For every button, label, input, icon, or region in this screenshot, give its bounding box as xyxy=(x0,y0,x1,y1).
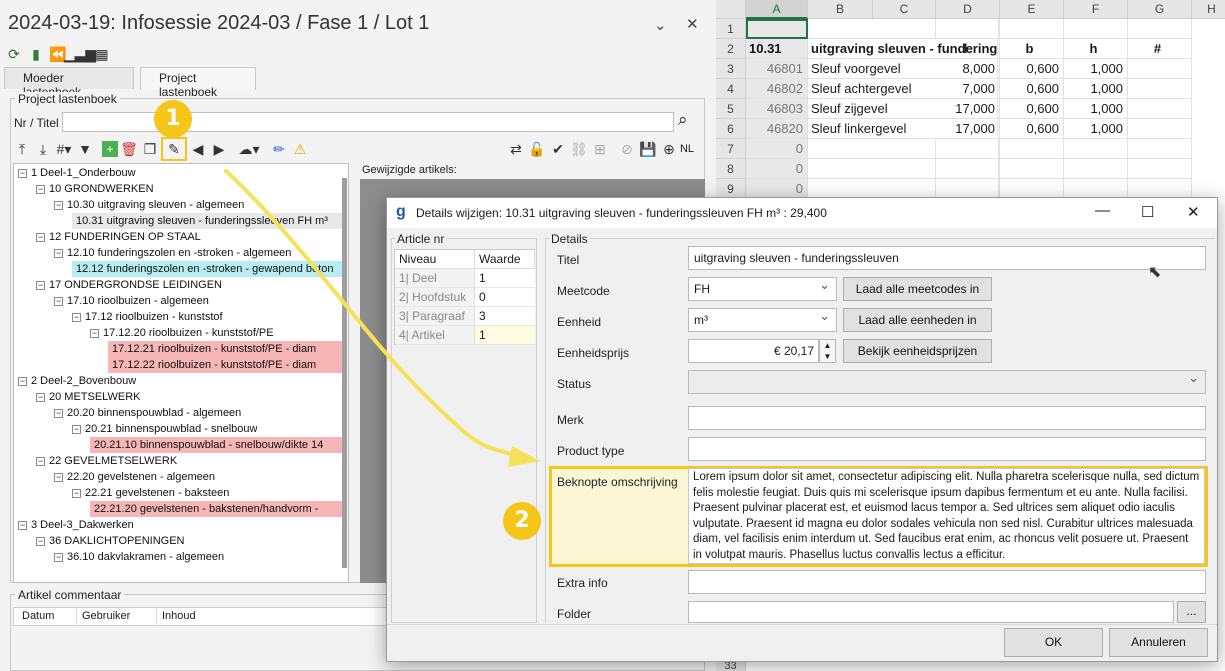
mouse-cursor-icon: ⬉ xyxy=(1148,264,1162,281)
step-marker-2: 2 xyxy=(503,502,541,540)
annotation-arrow xyxy=(224,169,540,467)
step-marker-1: 1 xyxy=(154,100,192,138)
